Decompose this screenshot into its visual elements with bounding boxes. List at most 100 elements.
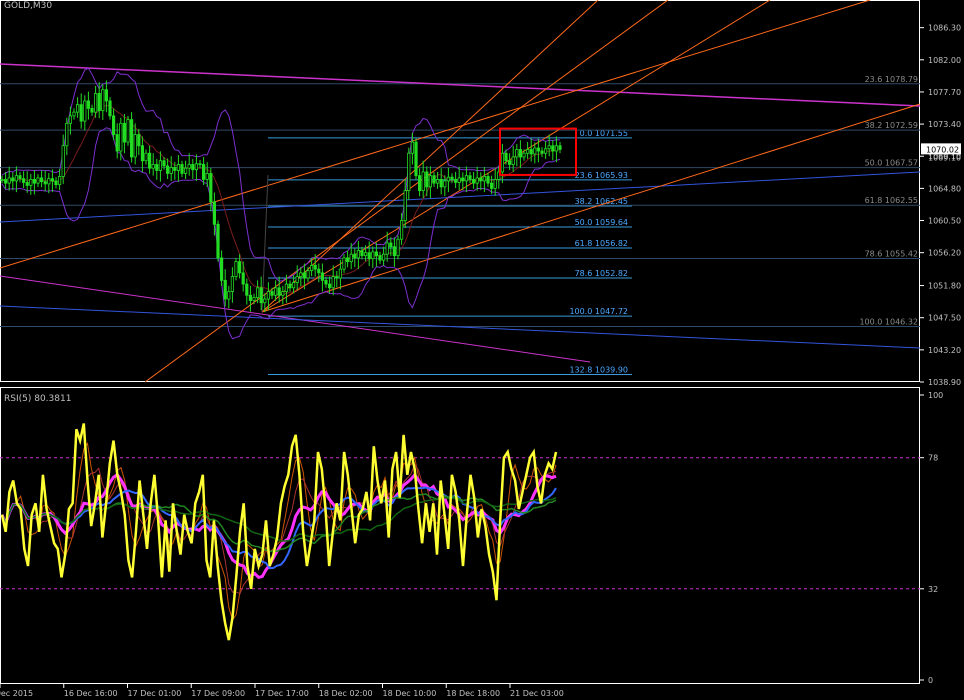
- candle[interactable]: [515, 143, 519, 167]
- candle[interactable]: [273, 280, 278, 301]
- candle[interactable]: [158, 151, 162, 182]
- candle[interactable]: [36, 174, 40, 187]
- candle[interactable]: [446, 167, 451, 193]
- magenta-resistance-line[interactable]: [0, 63, 921, 107]
- candle[interactable]: [108, 97, 112, 120]
- candle[interactable]: [180, 160, 184, 178]
- candle[interactable]: [169, 156, 173, 181]
- candle[interactable]: [25, 171, 29, 193]
- candle[interactable]: [396, 235, 400, 260]
- candle[interactable]: [151, 153, 155, 176]
- candle[interactable]: [353, 248, 357, 268]
- candle[interactable]: [374, 242, 379, 267]
- candle[interactable]: [18, 171, 22, 183]
- candle[interactable]: [335, 270, 339, 288]
- candle[interactable]: [83, 95, 87, 131]
- candle[interactable]: [281, 285, 285, 305]
- candle[interactable]: [115, 123, 119, 159]
- candle[interactable]: [140, 136, 144, 172]
- candle[interactable]: [378, 251, 382, 264]
- candle[interactable]: [79, 93, 83, 129]
- candle[interactable]: [129, 112, 134, 163]
- candle[interactable]: [245, 278, 249, 305]
- candle[interactable]: [183, 160, 188, 180]
- candle[interactable]: [320, 263, 325, 292]
- candle[interactable]: [29, 173, 33, 195]
- candle[interactable]: [126, 115, 130, 146]
- candle[interactable]: [526, 142, 530, 159]
- candle[interactable]: [61, 134, 65, 184]
- candle[interactable]: [360, 246, 364, 260]
- candle[interactable]: [295, 265, 299, 291]
- candle[interactable]: [558, 142, 562, 154]
- candle[interactable]: [155, 158, 159, 180]
- candle[interactable]: [133, 123, 137, 165]
- candle[interactable]: [4, 171, 8, 189]
- candle[interactable]: [479, 172, 483, 191]
- candle[interactable]: [144, 149, 148, 165]
- candle[interactable]: [101, 84, 105, 120]
- candle[interactable]: [198, 159, 202, 169]
- candle[interactable]: [191, 158, 195, 180]
- candle[interactable]: [194, 154, 198, 181]
- candle[interactable]: [551, 140, 555, 161]
- chart-canvas[interactable]: 0.0 1071.5523.6 1065.9338.2 1062.4550.0 …: [0, 0, 964, 698]
- candle[interactable]: [414, 138, 418, 180]
- candle[interactable]: [417, 168, 422, 197]
- candle[interactable]: [471, 171, 476, 189]
- candle[interactable]: [544, 141, 548, 159]
- candle[interactable]: [21, 171, 26, 189]
- candle[interactable]: [230, 267, 234, 303]
- rsi-indicator-panel[interactable]: [0, 423, 920, 641]
- trading-chart-window[interactable]: 0.0 1071.55 23.6 1065.93 38.2 1062.45 50.0 …: [0, 0, 964, 698]
- candle[interactable]: [50, 169, 55, 193]
- candle[interactable]: [201, 156, 206, 186]
- candle[interactable]: [234, 257, 238, 281]
- candle[interactable]: [428, 166, 433, 199]
- candle[interactable]: [40, 170, 44, 188]
- main-price-panel[interactable]: 0.0 1071.5523.6 1065.9338.2 1062.4550.0 …: [0, 0, 921, 383]
- candle[interactable]: [54, 177, 58, 189]
- candle[interactable]: [147, 145, 152, 174]
- candle[interactable]: [227, 285, 231, 309]
- candle[interactable]: [7, 166, 11, 191]
- candle[interactable]: [453, 171, 458, 189]
- candle[interactable]: [165, 158, 170, 180]
- candle[interactable]: [104, 80, 108, 113]
- candle[interactable]: [288, 280, 292, 292]
- candle[interactable]: [58, 168, 62, 191]
- candle[interactable]: [11, 172, 15, 191]
- candle[interactable]: [457, 166, 461, 190]
- candle[interactable]: [266, 282, 271, 311]
- candle[interactable]: [439, 168, 443, 195]
- candle[interactable]: [392, 237, 397, 267]
- candle[interactable]: [219, 250, 224, 286]
- candle[interactable]: [345, 250, 350, 268]
- candle[interactable]: [331, 265, 335, 296]
- candle[interactable]: [421, 160, 425, 199]
- candle[interactable]: [47, 173, 51, 194]
- candle[interactable]: [0, 175, 4, 184]
- candle[interactable]: [299, 267, 303, 286]
- candle[interactable]: [381, 246, 386, 266]
- candle[interactable]: [76, 97, 80, 118]
- candle[interactable]: [371, 246, 375, 268]
- candle[interactable]: [356, 241, 361, 270]
- candle[interactable]: [540, 147, 544, 157]
- candle[interactable]: [216, 220, 220, 262]
- candle[interactable]: [176, 155, 180, 182]
- candle[interactable]: [385, 231, 389, 262]
- candle[interactable]: [137, 128, 141, 156]
- candle[interactable]: [223, 269, 227, 307]
- candle[interactable]: [450, 173, 454, 184]
- candle[interactable]: [122, 114, 126, 154]
- candle[interactable]: [461, 172, 465, 191]
- candle[interactable]: [119, 117, 123, 161]
- candle[interactable]: [342, 254, 346, 273]
- candle[interactable]: [72, 108, 76, 120]
- candle[interactable]: [518, 140, 523, 169]
- candle[interactable]: [248, 285, 252, 312]
- candle[interactable]: [407, 147, 411, 200]
- candle[interactable]: [317, 263, 321, 283]
- candle[interactable]: [432, 171, 436, 187]
